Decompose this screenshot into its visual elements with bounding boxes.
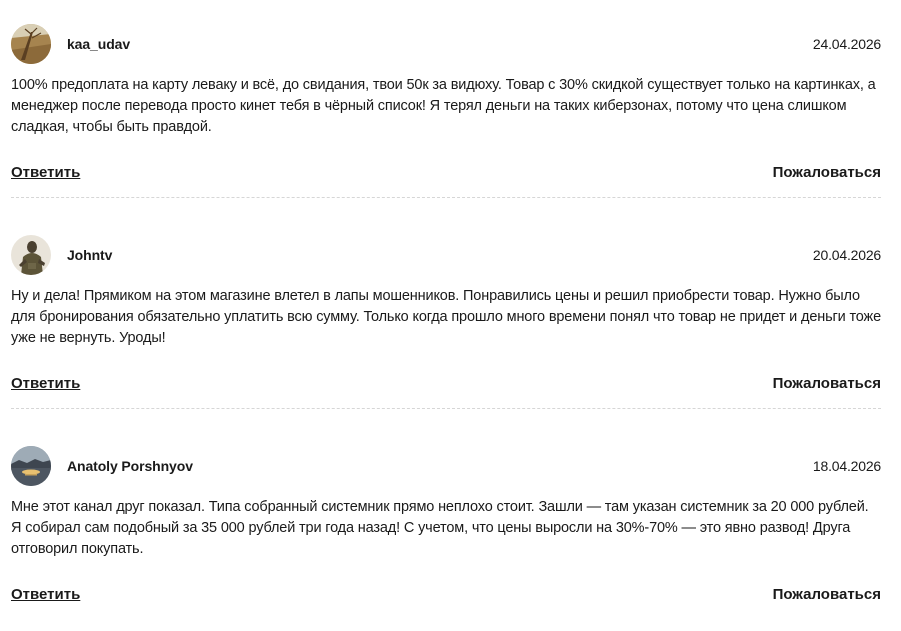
comment-date: 18.04.2026 <box>812 458 881 474</box>
report-link[interactable]: Пожаловаться <box>773 375 881 392</box>
reply-link[interactable]: Ответить <box>11 586 80 603</box>
report-link[interactable]: Пожаловаться <box>773 164 881 181</box>
landscape-avatar-icon[interactable] <box>11 24 51 64</box>
comment-date: 20.04.2026 <box>812 247 881 263</box>
comment-author: Anatoly Porshnyov <box>67 458 193 474</box>
comment-text: 100% предоплата на карту леваку и всё, д… <box>11 77 876 135</box>
comment-header: Johntv 20.04.2026 <box>11 235 881 275</box>
comment-item: kaa_udav 24.04.2026 100% предоплата на к… <box>11 24 881 198</box>
comment-actions: Ответить Пожаловаться <box>11 586 881 606</box>
comment-actions: Ответить Пожаловаться <box>11 375 881 395</box>
comment-author: kaa_udav <box>67 36 131 52</box>
comment-item: Anatoly Porshnyov 18.04.2026 Мне этот ка… <box>11 446 881 603</box>
comment-divider <box>11 197 881 198</box>
comment-header: kaa_udav 24.04.2026 <box>11 24 881 64</box>
reply-link[interactable]: Ответить <box>11 375 80 392</box>
comment-text: Ну и дела! Прямиком на этом магазине вле… <box>11 288 882 346</box>
comment-divider <box>11 408 881 409</box>
person-avatar-icon[interactable] <box>11 235 51 275</box>
report-link[interactable]: Пожаловаться <box>773 586 881 603</box>
comment-header: Anatoly Porshnyov 18.04.2026 <box>11 446 881 486</box>
comments-list: kaa_udav 24.04.2026 100% предоплата на к… <box>0 0 901 631</box>
reply-link[interactable]: Ответить <box>11 164 80 181</box>
comment-item: Johntv 20.04.2026 Ну и дела! Прямиком на… <box>11 235 881 409</box>
comment-text: Мне этот канал друг показал. Типа собран… <box>11 499 869 557</box>
comment-actions: Ответить Пожаловаться <box>11 164 881 184</box>
comment-date: 24.04.2026 <box>812 36 881 52</box>
sunset-avatar-icon[interactable] <box>11 446 51 486</box>
comment-author: Johntv <box>67 247 113 263</box>
